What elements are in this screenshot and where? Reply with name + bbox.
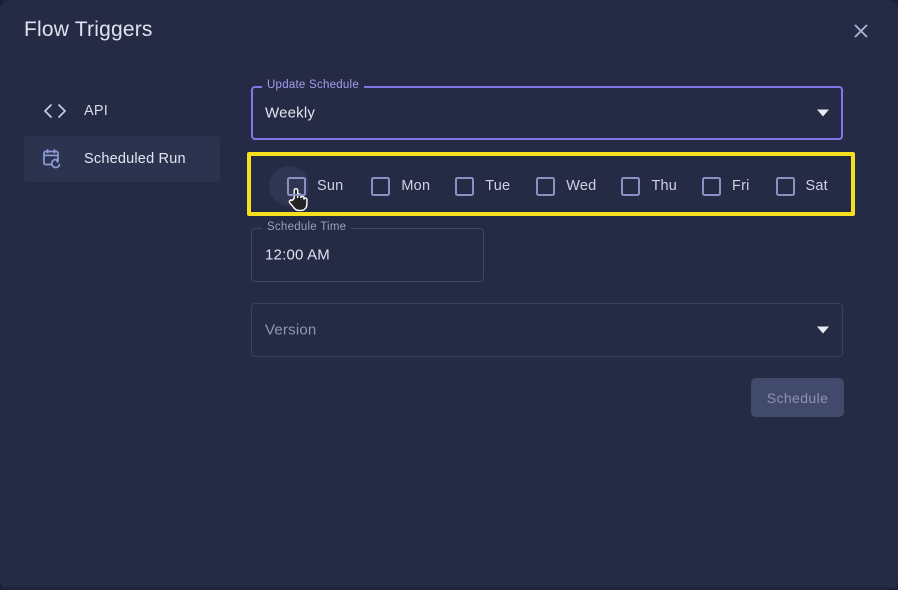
checkbox-icon[interactable] xyxy=(702,176,722,196)
checkbox-icon[interactable] xyxy=(287,176,306,196)
schedule-time-value: 12:00 AM xyxy=(265,246,330,264)
schedule-time-input[interactable]: Schedule Time 12:00 AM xyxy=(251,220,484,282)
day-checkbox-sun[interactable]: Sun xyxy=(269,166,344,206)
day-checkbox-sat[interactable]: Sat xyxy=(775,176,828,196)
day-checkbox-fri[interactable]: Fri xyxy=(702,176,750,196)
checkbox-icon[interactable] xyxy=(775,176,795,196)
close-icon xyxy=(851,21,871,41)
day-label: Fri xyxy=(732,178,750,194)
version-placeholder: Version xyxy=(265,321,317,339)
day-checkbox-tue[interactable]: Tue xyxy=(455,176,511,196)
checkbox-icon[interactable] xyxy=(455,176,475,196)
day-label: Wed xyxy=(566,178,597,194)
update-schedule-label: Update Schedule xyxy=(262,78,364,92)
sidebar: API Scheduled Run xyxy=(24,88,220,184)
schedule-button[interactable]: Schedule xyxy=(751,378,844,417)
dialog-header: Flow Triggers xyxy=(0,0,898,62)
sidebar-item-label: API xyxy=(84,103,108,119)
schedule-time-label: Schedule Time xyxy=(262,220,352,234)
checkbox-icon[interactable] xyxy=(536,176,556,196)
chevron-down-icon xyxy=(817,109,829,117)
update-schedule-select[interactable]: Update Schedule Weekly xyxy=(251,78,843,140)
sidebar-item-scheduled-run[interactable]: Scheduled Run xyxy=(24,136,220,182)
day-label: Thu xyxy=(651,178,678,194)
sidebar-item-label: Scheduled Run xyxy=(84,151,186,167)
update-schedule-value: Weekly xyxy=(265,104,316,122)
days-of-week-highlight: Sun Mon Tue Wed Thu Fri Sat xyxy=(247,152,855,216)
calendar-refresh-icon xyxy=(42,147,68,171)
close-button[interactable] xyxy=(842,12,880,50)
days-of-week-group: Sun Mon Tue Wed Thu Fri Sat xyxy=(255,160,851,212)
sidebar-item-api[interactable]: API xyxy=(24,88,220,134)
day-label: Tue xyxy=(485,178,511,194)
day-label: Mon xyxy=(401,178,431,194)
day-checkbox-wed[interactable]: Wed xyxy=(536,176,597,196)
version-select[interactable]: Version xyxy=(251,303,843,357)
checkbox-icon[interactable] xyxy=(371,176,391,196)
day-checkbox-thu[interactable]: Thu xyxy=(621,176,678,196)
day-label: Sat xyxy=(805,178,828,194)
chevron-down-icon xyxy=(817,326,829,334)
day-label: Sun xyxy=(317,178,344,194)
checkbox-icon[interactable] xyxy=(621,176,641,196)
field-outline xyxy=(251,303,843,357)
code-brackets-icon xyxy=(42,99,68,123)
flow-triggers-dialog: Flow Triggers API Scheduled Run Update S… xyxy=(0,0,898,590)
page-title: Flow Triggers xyxy=(24,18,153,41)
field-outline xyxy=(251,86,843,140)
day-checkbox-mon[interactable]: Mon xyxy=(371,176,431,196)
